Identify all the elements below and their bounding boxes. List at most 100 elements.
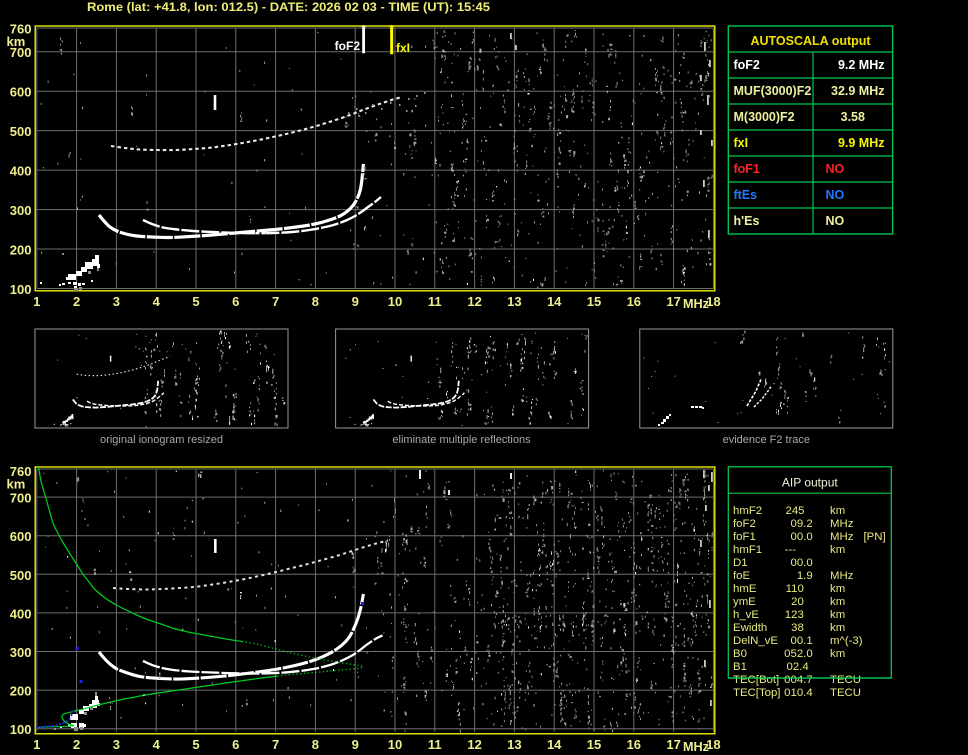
svg-text:km: km	[830, 583, 845, 595]
svg-text:km: km	[7, 34, 26, 49]
svg-text:foF1: foF1	[734, 162, 760, 176]
svg-text:8: 8	[312, 294, 319, 309]
svg-text:foF2: foF2	[733, 518, 756, 530]
svg-text:15: 15	[587, 737, 601, 752]
svg-text:600: 600	[10, 529, 32, 544]
svg-text:600: 600	[10, 85, 32, 100]
svg-text:original ionogram resized: original ionogram resized	[100, 434, 223, 446]
svg-text:TEC[Bot]: TEC[Bot]	[733, 674, 779, 686]
svg-text:16: 16	[627, 737, 641, 752]
svg-text:2: 2	[73, 737, 80, 752]
svg-text:TECU: TECU	[830, 674, 861, 686]
svg-text:12: 12	[467, 294, 481, 309]
svg-text:[PN]: [PN]	[864, 531, 886, 543]
svg-text:Ewidth: Ewidth	[733, 622, 767, 634]
svg-text:hmF1: hmF1	[733, 544, 762, 556]
svg-text:M(3000)F2: M(3000)F2	[734, 110, 795, 124]
svg-text:NO: NO	[826, 162, 845, 176]
svg-text:---: ---	[785, 544, 797, 556]
svg-text:110: 110	[786, 583, 804, 595]
svg-text:km: km	[830, 609, 845, 621]
svg-text:km: km	[830, 622, 845, 634]
svg-text:16: 16	[627, 294, 641, 309]
svg-text:100: 100	[10, 282, 32, 297]
svg-text:B1: B1	[733, 661, 747, 673]
svg-text:NO: NO	[826, 214, 845, 228]
svg-text:3: 3	[113, 737, 120, 752]
svg-text:MUF(3000)F2: MUF(3000)F2	[734, 84, 812, 98]
svg-text:00.0: 00.0	[791, 557, 813, 569]
svg-text:km: km	[830, 544, 845, 556]
svg-text:km: km	[7, 477, 26, 492]
svg-text:500: 500	[10, 568, 32, 583]
svg-text:AIP output: AIP output	[782, 476, 838, 490]
svg-text:10: 10	[388, 737, 402, 752]
svg-text:9.2 MHz: 9.2 MHz	[838, 58, 885, 72]
svg-text:Rome (lat: +41.8, lon: 012.5): Rome (lat: +41.8, lon: 012.5) - DATE: 20…	[87, 2, 491, 14]
svg-text:hmE: hmE	[733, 583, 757, 595]
svg-text:km: km	[830, 505, 845, 517]
svg-text:NO: NO	[826, 188, 845, 202]
svg-text:1: 1	[33, 737, 40, 752]
svg-text:38: 38	[791, 622, 804, 634]
svg-text:fxI: fxI	[734, 136, 749, 150]
svg-text:1.9: 1.9	[797, 570, 813, 582]
svg-text:foF2: foF2	[335, 39, 361, 53]
svg-text:3: 3	[113, 294, 120, 309]
svg-text:9: 9	[352, 737, 359, 752]
svg-text:500: 500	[10, 124, 32, 139]
svg-text:MHz: MHz	[830, 570, 854, 582]
svg-text:15: 15	[587, 294, 601, 309]
svg-text:9: 9	[352, 294, 359, 309]
svg-text:5: 5	[192, 737, 199, 752]
svg-text:300: 300	[10, 645, 32, 660]
svg-text:6: 6	[232, 294, 239, 309]
svg-text:00.0: 00.0	[791, 531, 813, 543]
svg-text:052.0: 052.0	[784, 648, 813, 660]
svg-text:14: 14	[547, 737, 562, 752]
svg-text:MHz: MHz	[683, 739, 709, 754]
svg-text:7: 7	[272, 737, 279, 752]
svg-text:700: 700	[10, 491, 32, 506]
svg-text:400: 400	[10, 606, 32, 621]
svg-text:11: 11	[428, 737, 442, 752]
svg-text:09.2: 09.2	[791, 518, 813, 530]
svg-text:400: 400	[10, 164, 32, 179]
svg-text:hmF2: hmF2	[733, 505, 762, 517]
svg-text:h_vE: h_vE	[733, 609, 759, 621]
svg-text:010.4: 010.4	[784, 687, 813, 699]
svg-text:02.4: 02.4	[787, 661, 809, 673]
svg-text:17: 17	[666, 294, 680, 309]
svg-text:m^(-3): m^(-3)	[830, 635, 863, 647]
svg-text:TECU: TECU	[830, 687, 861, 699]
svg-text:fxI: fxI	[396, 41, 410, 55]
svg-text:8: 8	[312, 737, 319, 752]
svg-text:3.58: 3.58	[841, 110, 865, 124]
svg-text:004.7: 004.7	[784, 674, 813, 686]
svg-text:eliminate multiple reflections: eliminate multiple reflections	[392, 434, 531, 446]
svg-text:11: 11	[428, 294, 442, 309]
svg-text:ymE: ymE	[733, 596, 756, 608]
svg-text:123: 123	[785, 609, 804, 621]
svg-text:10: 10	[388, 294, 402, 309]
svg-text:00.1: 00.1	[791, 635, 813, 647]
svg-text:1: 1	[33, 294, 40, 309]
svg-text:TEC[Top]: TEC[Top]	[733, 687, 780, 699]
svg-text:MHz: MHz	[830, 531, 854, 543]
svg-text:13: 13	[507, 294, 521, 309]
svg-text:D1: D1	[733, 557, 748, 569]
svg-text:B0: B0	[733, 648, 747, 660]
svg-text:AUTOSCALA output: AUTOSCALA output	[750, 34, 871, 48]
svg-text:17: 17	[666, 737, 680, 752]
svg-text:MHz: MHz	[683, 296, 709, 311]
svg-text:evidence F2 trace: evidence F2 trace	[723, 434, 810, 446]
svg-text:2: 2	[73, 294, 80, 309]
svg-text:5: 5	[192, 294, 199, 309]
svg-text:20: 20	[791, 596, 804, 608]
svg-text:foF2: foF2	[734, 58, 760, 72]
svg-text:6: 6	[232, 737, 239, 752]
svg-text:32.9 MHz: 32.9 MHz	[831, 84, 885, 98]
svg-text:300: 300	[10, 203, 32, 218]
svg-text:100: 100	[10, 722, 32, 737]
svg-text:DelN_vE: DelN_vE	[733, 635, 778, 647]
